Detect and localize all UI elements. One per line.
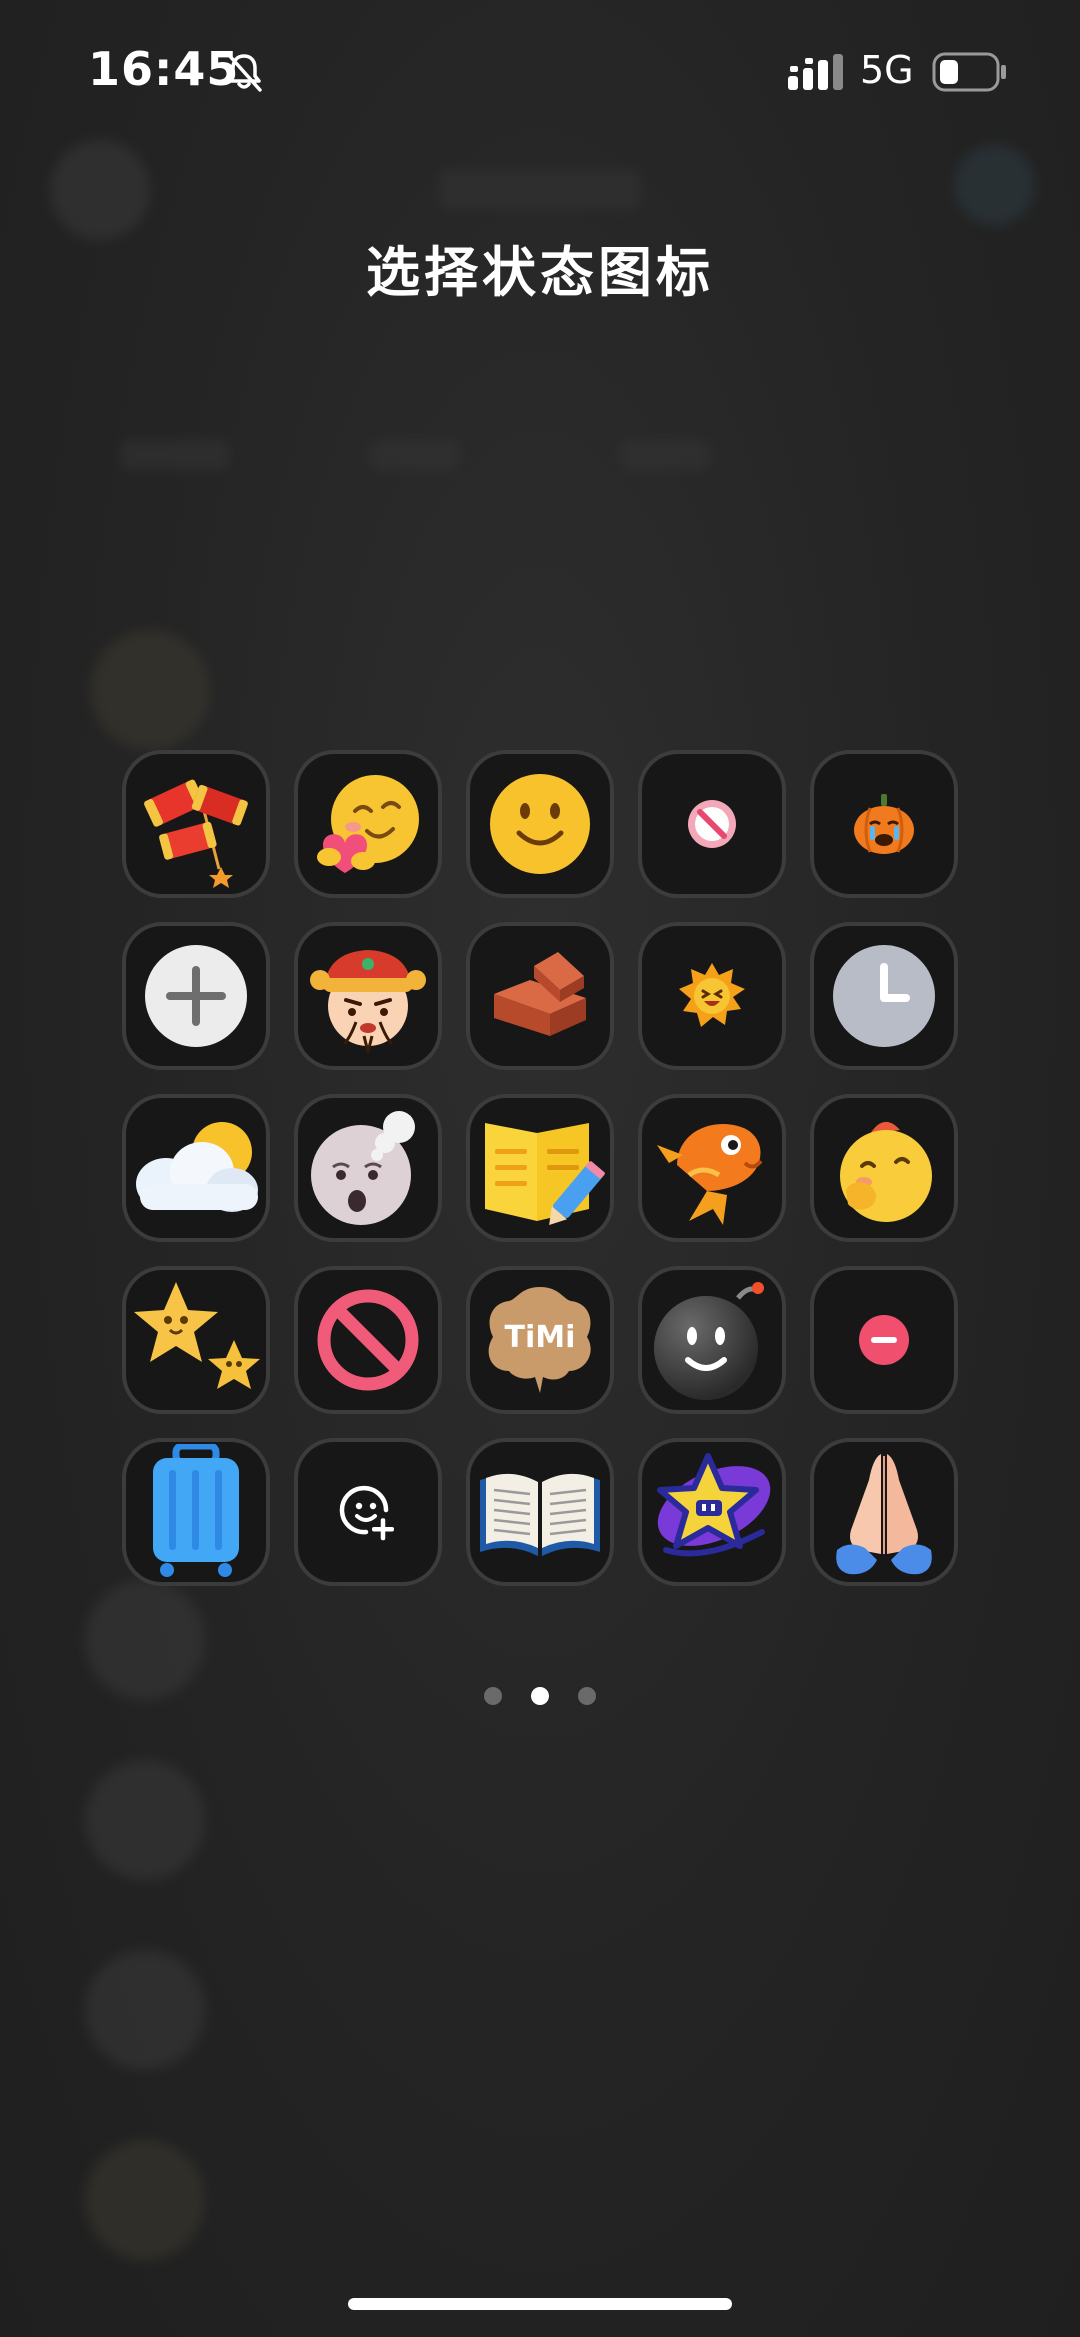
open-book-icon xyxy=(480,1473,600,1556)
bell-slash-icon xyxy=(226,52,262,92)
status-option-timi[interactable]: TiMi xyxy=(466,1266,614,1414)
folded-hands-icon xyxy=(836,1454,932,1575)
stars-icon xyxy=(134,1282,260,1389)
timi-badge-icon: TiMi xyxy=(488,1287,591,1393)
status-option-sleepy-face[interactable] xyxy=(294,1094,442,1242)
battery-icon xyxy=(932,52,1006,92)
page-title: 选择状态图标 xyxy=(366,241,714,304)
page-dot-2[interactable] xyxy=(531,1687,549,1705)
status-option-god-of-wealth[interactable] xyxy=(294,922,442,1070)
no-entry-small-icon xyxy=(688,800,736,848)
status-option-suitcase[interactable] xyxy=(122,1438,270,1586)
status-option-smiley[interactable] xyxy=(466,750,614,898)
hugging-face-icon xyxy=(317,775,419,873)
page-dot-1[interactable] xyxy=(484,1687,502,1705)
status-option-yawning-chick[interactable] xyxy=(810,1094,958,1242)
notebook-pencil-icon xyxy=(485,1123,605,1226)
home-indicator[interactable] xyxy=(348,2298,732,2310)
smiley-face-icon xyxy=(490,774,590,874)
god-of-wealth-icon xyxy=(310,950,426,1053)
status-option-star-badge[interactable] xyxy=(638,1438,786,1586)
status-option-stars[interactable] xyxy=(122,1266,270,1414)
minus-circle-icon xyxy=(859,1315,909,1365)
signal-icon xyxy=(788,54,843,90)
status-option-bomb[interactable] xyxy=(638,1266,786,1414)
star-badge-icon xyxy=(657,1453,771,1557)
status-option-clock[interactable] xyxy=(810,922,958,1070)
status-option-notebook[interactable] xyxy=(466,1094,614,1242)
suitcase-icon xyxy=(153,1444,239,1577)
koi-fish-icon xyxy=(657,1124,763,1225)
prohibited-icon xyxy=(317,1289,419,1391)
sleepy-face-icon xyxy=(311,1111,415,1225)
status-option-folded-hands[interactable] xyxy=(810,1438,958,1586)
status-option-no-entry-small[interactable] xyxy=(638,750,786,898)
timi-label: TiMi xyxy=(505,1320,576,1355)
grinning-sun-icon xyxy=(679,963,745,1027)
add-emoji-icon xyxy=(339,1485,394,1541)
status-option-add[interactable] xyxy=(122,922,270,1070)
network-type: 5G xyxy=(860,48,914,92)
cloud-sun-icon xyxy=(136,1122,258,1212)
status-option-pumpkin[interactable] xyxy=(810,750,958,898)
status-option-firecracker[interactable] xyxy=(122,750,270,898)
status-bar: 16:45 5G xyxy=(0,0,1080,140)
status-icon-grid: TiMi xyxy=(122,750,958,1586)
status-icon-picker-screen: 16:45 5G 选择状态图标 TiMi xyxy=(0,0,1080,2337)
status-option-open-book[interactable] xyxy=(466,1438,614,1586)
firecracker-icon xyxy=(144,779,248,888)
status-option-add-emoji[interactable] xyxy=(294,1438,442,1586)
add-circle-icon xyxy=(145,945,247,1047)
page-dot-3[interactable] xyxy=(578,1687,596,1705)
page-indicator[interactable] xyxy=(480,1684,600,1708)
bomb-icon xyxy=(654,1282,764,1400)
pumpkin-crying-icon xyxy=(854,794,914,854)
status-option-brick[interactable] xyxy=(466,922,614,1070)
clock-icon xyxy=(833,945,935,1047)
status-option-grinning-sun[interactable] xyxy=(638,922,786,1070)
status-option-hugging-face[interactable] xyxy=(294,750,442,898)
status-option-minus[interactable] xyxy=(810,1266,958,1414)
yawning-chick-icon xyxy=(840,1121,932,1222)
status-time: 16:45 xyxy=(88,42,240,96)
status-option-prohibited[interactable] xyxy=(294,1266,442,1414)
status-option-koi-fish[interactable] xyxy=(638,1094,786,1242)
status-option-cloud-sun[interactable] xyxy=(122,1094,270,1242)
brick-icon xyxy=(494,952,586,1036)
